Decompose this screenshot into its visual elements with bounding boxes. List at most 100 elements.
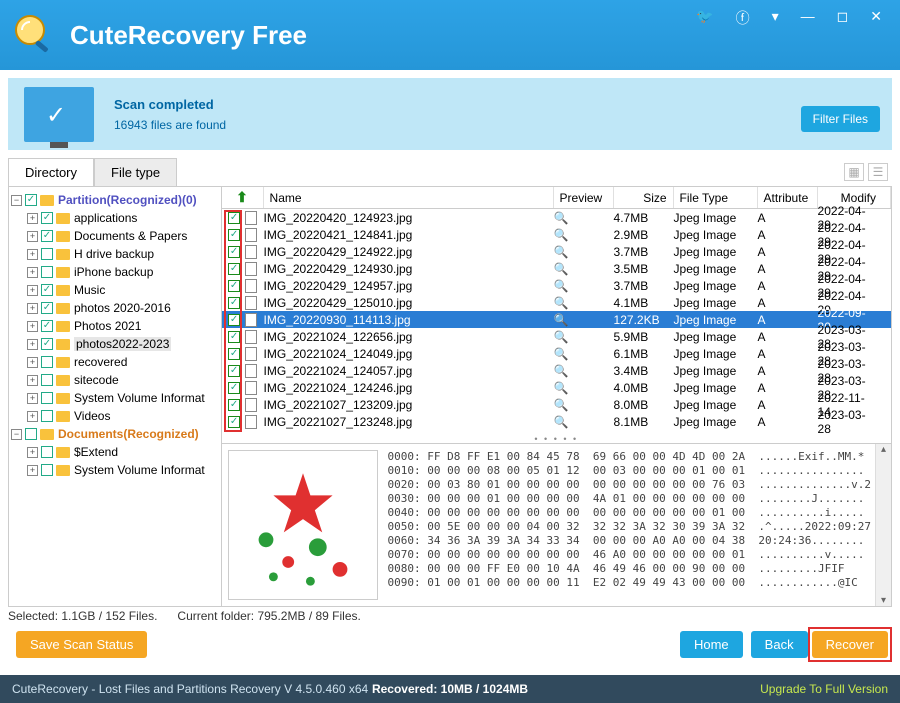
tab-directory[interactable]: Directory (8, 158, 94, 186)
tree-checkbox[interactable] (41, 374, 53, 386)
file-row[interactable]: IMG_20220429_125010.jpg🔍4.1MBJpeg ImageA… (222, 294, 891, 311)
tree-checkbox[interactable] (41, 410, 53, 422)
file-row[interactable]: IMG_20221024_124057.jpg🔍3.4MBJpeg ImageA… (222, 362, 891, 379)
back-button[interactable]: Back (751, 631, 808, 658)
tree-item-label[interactable]: Videos (74, 409, 110, 423)
expand-icon[interactable]: + (27, 411, 38, 422)
list-view-icon[interactable]: ☰ (868, 163, 888, 181)
scrollbar[interactable]: ▴▾ (875, 444, 891, 606)
file-row[interactable]: IMG_20221027_123248.jpg🔍8.1MBJpeg ImageA… (222, 413, 891, 430)
preview-icon[interactable]: 🔍 (554, 296, 569, 310)
documents-checkbox[interactable] (25, 428, 37, 440)
facebook-icon[interactable]: ⓕ (736, 8, 750, 28)
file-row[interactable]: IMG_20220429_124930.jpg🔍3.5MBJpeg ImageA… (222, 260, 891, 277)
tree-item-label[interactable]: photos2022-2023 (74, 337, 171, 351)
tree-checkbox[interactable] (41, 392, 53, 404)
filter-files-button[interactable]: Filter Files (801, 106, 880, 132)
tree-item-label[interactable]: photos 2020-2016 (74, 301, 171, 315)
tree-item-label[interactable]: sitecode (74, 373, 119, 387)
close-icon[interactable]: ✕ (870, 8, 882, 28)
expand-icon[interactable]: + (27, 447, 38, 458)
file-checkbox[interactable] (228, 280, 240, 292)
tree-checkbox[interactable] (41, 338, 53, 350)
tree-item-label[interactable]: Photos 2021 (74, 319, 141, 333)
preview-icon[interactable]: 🔍 (554, 330, 569, 344)
file-checkbox[interactable] (228, 229, 240, 241)
tree-item-label[interactable]: Music (74, 283, 105, 297)
minimize-icon[interactable]: — (801, 8, 815, 28)
file-row[interactable]: IMG_20220930_114113.jpg🔍127.2KBJpeg Imag… (222, 311, 891, 328)
grid-view-icon[interactable]: ▦ (844, 163, 864, 181)
file-checkbox[interactable] (228, 365, 240, 377)
partition-label[interactable]: Partition(Recognized)(0) (58, 193, 197, 207)
tree-checkbox[interactable] (41, 248, 53, 260)
preview-icon[interactable]: 🔍 (554, 228, 569, 242)
file-checkbox[interactable] (228, 314, 240, 326)
col-name[interactable]: Name (264, 187, 554, 208)
partition-checkbox[interactable] (25, 194, 37, 206)
directory-tree[interactable]: − Partition(Recognized)(0) + applications… (9, 187, 222, 606)
preview-icon[interactable]: 🔍 (554, 347, 569, 361)
recover-button[interactable]: Recover (812, 631, 888, 658)
file-row[interactable]: IMG_20220429_124922.jpg🔍3.7MBJpeg ImageA… (222, 243, 891, 260)
file-row[interactable]: IMG_20221027_123209.jpg🔍8.0MBJpeg ImageA… (222, 396, 891, 413)
tree-item-label[interactable]: iPhone backup (74, 265, 153, 279)
preview-icon[interactable]: 🔍 (554, 313, 569, 327)
file-row[interactable]: IMG_20220429_124957.jpg🔍3.7MBJpeg ImageA… (222, 277, 891, 294)
preview-icon[interactable]: 🔍 (554, 381, 569, 395)
preview-icon[interactable]: 🔍 (554, 279, 569, 293)
file-checkbox[interactable] (228, 399, 240, 411)
tree-item-label[interactable]: H drive backup (74, 247, 154, 261)
file-row[interactable]: IMG_20221024_122656.jpg🔍5.9MBJpeg ImageA… (222, 328, 891, 345)
expand-icon[interactable]: + (27, 249, 38, 260)
file-checkbox[interactable] (228, 416, 240, 428)
collapse-icon[interactable]: − (11, 429, 22, 440)
expand-icon[interactable]: + (27, 375, 38, 386)
expand-icon[interactable]: + (27, 285, 38, 296)
tree-checkbox[interactable] (41, 302, 53, 314)
preview-icon[interactable]: 🔍 (554, 262, 569, 276)
home-button[interactable]: Home (680, 631, 743, 658)
expand-icon[interactable]: + (27, 267, 38, 278)
file-row[interactable]: IMG_20221024_124049.jpg🔍6.1MBJpeg ImageA… (222, 345, 891, 362)
tab-filetype[interactable]: File type (94, 158, 177, 186)
preview-icon[interactable]: 🔍 (554, 211, 569, 225)
expand-icon[interactable]: + (27, 303, 38, 314)
tree-checkbox[interactable] (41, 266, 53, 278)
menu-icon[interactable]: ▾ (772, 8, 779, 28)
tree-checkbox[interactable] (41, 464, 53, 476)
sort-up-icon[interactable]: ⬆ (236, 189, 248, 206)
preview-icon[interactable]: 🔍 (554, 415, 569, 429)
col-attr[interactable]: Attribute (758, 187, 818, 208)
upgrade-link[interactable]: Upgrade To Full Version (760, 682, 888, 696)
col-preview[interactable]: Preview (554, 187, 614, 208)
col-type[interactable]: File Type (674, 187, 758, 208)
expand-icon[interactable]: + (27, 339, 38, 350)
file-row[interactable]: IMG_20221024_124246.jpg🔍4.0MBJpeg ImageA… (222, 379, 891, 396)
tree-checkbox[interactable] (41, 356, 53, 368)
tree-checkbox[interactable] (41, 230, 53, 242)
file-checkbox[interactable] (228, 263, 240, 275)
expand-icon[interactable]: + (27, 465, 38, 476)
preview-icon[interactable]: 🔍 (554, 245, 569, 259)
expand-icon[interactable]: + (27, 357, 38, 368)
expand-icon[interactable]: + (27, 321, 38, 332)
splitter[interactable]: • • • • • (222, 435, 891, 443)
twitter-icon[interactable]: 🐦 (696, 8, 713, 28)
tree-checkbox[interactable] (41, 212, 53, 224)
preview-icon[interactable]: 🔍 (554, 398, 569, 412)
expand-icon[interactable]: + (27, 393, 38, 404)
tree-checkbox[interactable] (41, 446, 53, 458)
file-checkbox[interactable] (228, 297, 240, 309)
file-row[interactable]: IMG_20220421_124841.jpg🔍2.9MBJpeg ImageA… (222, 226, 891, 243)
tree-item-label[interactable]: Documents & Papers (74, 229, 187, 243)
file-row[interactable]: IMG_20220420_124923.jpg🔍4.7MBJpeg ImageA… (222, 209, 891, 226)
file-checkbox[interactable] (228, 246, 240, 258)
preview-icon[interactable]: 🔍 (554, 364, 569, 378)
tree-item-label[interactable]: applications (74, 211, 137, 225)
tree-item-label[interactable]: System Volume Informat (74, 463, 205, 477)
file-checkbox[interactable] (228, 382, 240, 394)
documents-label[interactable]: Documents(Recognized) (58, 427, 199, 441)
collapse-icon[interactable]: − (11, 195, 22, 206)
col-size[interactable]: Size (614, 187, 674, 208)
